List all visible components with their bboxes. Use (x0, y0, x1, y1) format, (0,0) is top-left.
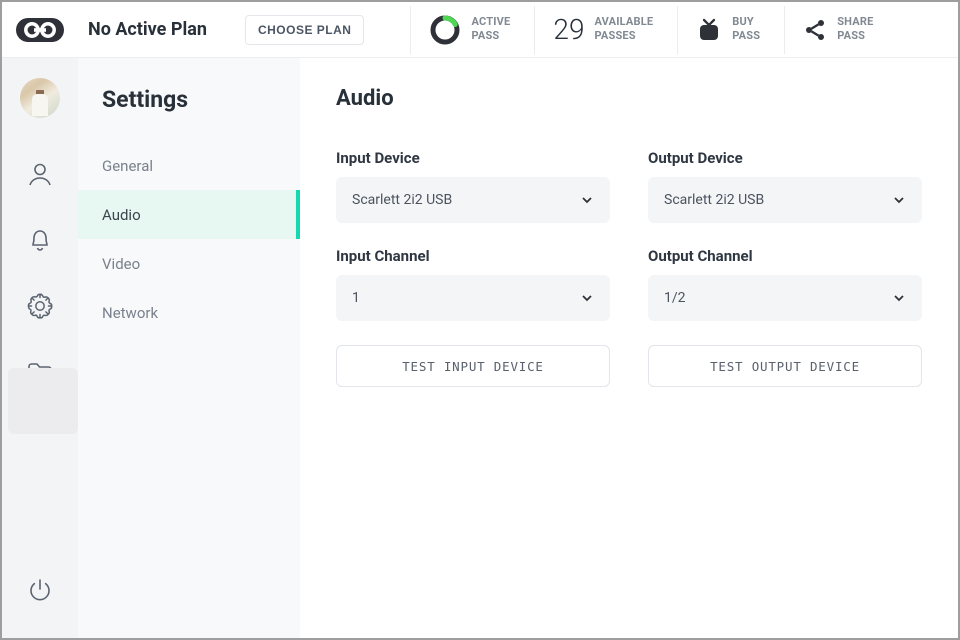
output-channel-value: 1/2 (664, 290, 686, 306)
rail-notifications-button[interactable] (12, 212, 68, 268)
rail-active-highlight (8, 368, 78, 434)
input-channel-field: Input Channel 1 (336, 247, 610, 321)
output-device-label: Output Device (648, 149, 922, 167)
buy-pass-label: BUY PASS (732, 16, 760, 42)
app-logo (14, 15, 66, 45)
settings-title: Settings (78, 58, 300, 141)
active-pass-label: ACTIVE PASS (471, 16, 510, 42)
input-device-value: Scarlett 2i2 USB (352, 192, 452, 208)
header: No Active Plan CHOOSE PLAN ACTIVE PASS 2… (2, 2, 958, 58)
share-pass-block[interactable]: SHARE PASS (784, 6, 877, 54)
available-passes-block[interactable]: 29 AVAILABLE PASSES (534, 6, 673, 54)
test-output-button[interactable]: TEST OUTPUT DEVICE (648, 345, 922, 387)
share-pass-label: SHARE PASS (837, 16, 873, 42)
nav-item-general[interactable]: General (78, 141, 300, 190)
input-device-label: Input Device (336, 149, 610, 167)
left-rail (2, 58, 78, 638)
nav-item-network[interactable]: Network (78, 288, 300, 337)
output-channel-label: Output Channel (648, 247, 922, 265)
nav-item-audio[interactable]: Audio (78, 190, 300, 239)
rail-power-button[interactable] (12, 562, 68, 618)
output-device-value: Scarlett 2i2 USB (664, 192, 764, 208)
choose-plan-button[interactable]: CHOOSE PLAN (245, 15, 365, 45)
input-channel-value: 1 (352, 290, 360, 306)
input-channel-select[interactable]: 1 (336, 275, 610, 321)
chevron-down-icon (892, 193, 906, 207)
active-pass-block[interactable]: ACTIVE PASS (410, 6, 530, 54)
rail-settings-button[interactable] (12, 278, 68, 334)
share-icon (803, 18, 827, 42)
tv-icon (696, 18, 722, 42)
output-channel-select[interactable]: 1/2 (648, 275, 922, 321)
output-device-field: Output Device Scarlett 2i2 USB (648, 149, 922, 223)
avatar[interactable] (20, 78, 60, 118)
content-title: Audio (336, 86, 922, 111)
nav-item-video[interactable]: Video (78, 239, 300, 288)
chevron-down-icon (580, 291, 594, 305)
available-passes-label: AVAILABLE PASSES (594, 16, 653, 42)
input-device-select[interactable]: Scarlett 2i2 USB (336, 177, 610, 223)
chevron-down-icon (580, 193, 594, 207)
chevron-down-icon (892, 291, 906, 305)
input-channel-label: Input Channel (336, 247, 610, 265)
available-passes-count: 29 (553, 13, 584, 46)
settings-nav: Settings General Audio Video Network (78, 58, 300, 638)
output-device-select[interactable]: Scarlett 2i2 USB (648, 177, 922, 223)
buy-pass-block[interactable]: BUY PASS (677, 6, 780, 54)
progress-ring-icon (429, 14, 461, 46)
plan-title: No Active Plan (88, 19, 207, 40)
test-input-button[interactable]: TEST INPUT DEVICE (336, 345, 610, 387)
rail-profile-button[interactable] (12, 146, 68, 202)
input-device-field: Input Device Scarlett 2i2 USB (336, 149, 610, 223)
output-channel-field: Output Channel 1/2 (648, 247, 922, 321)
content-panel: Audio Input Device Scarlett 2i2 USB Outp… (300, 58, 958, 638)
